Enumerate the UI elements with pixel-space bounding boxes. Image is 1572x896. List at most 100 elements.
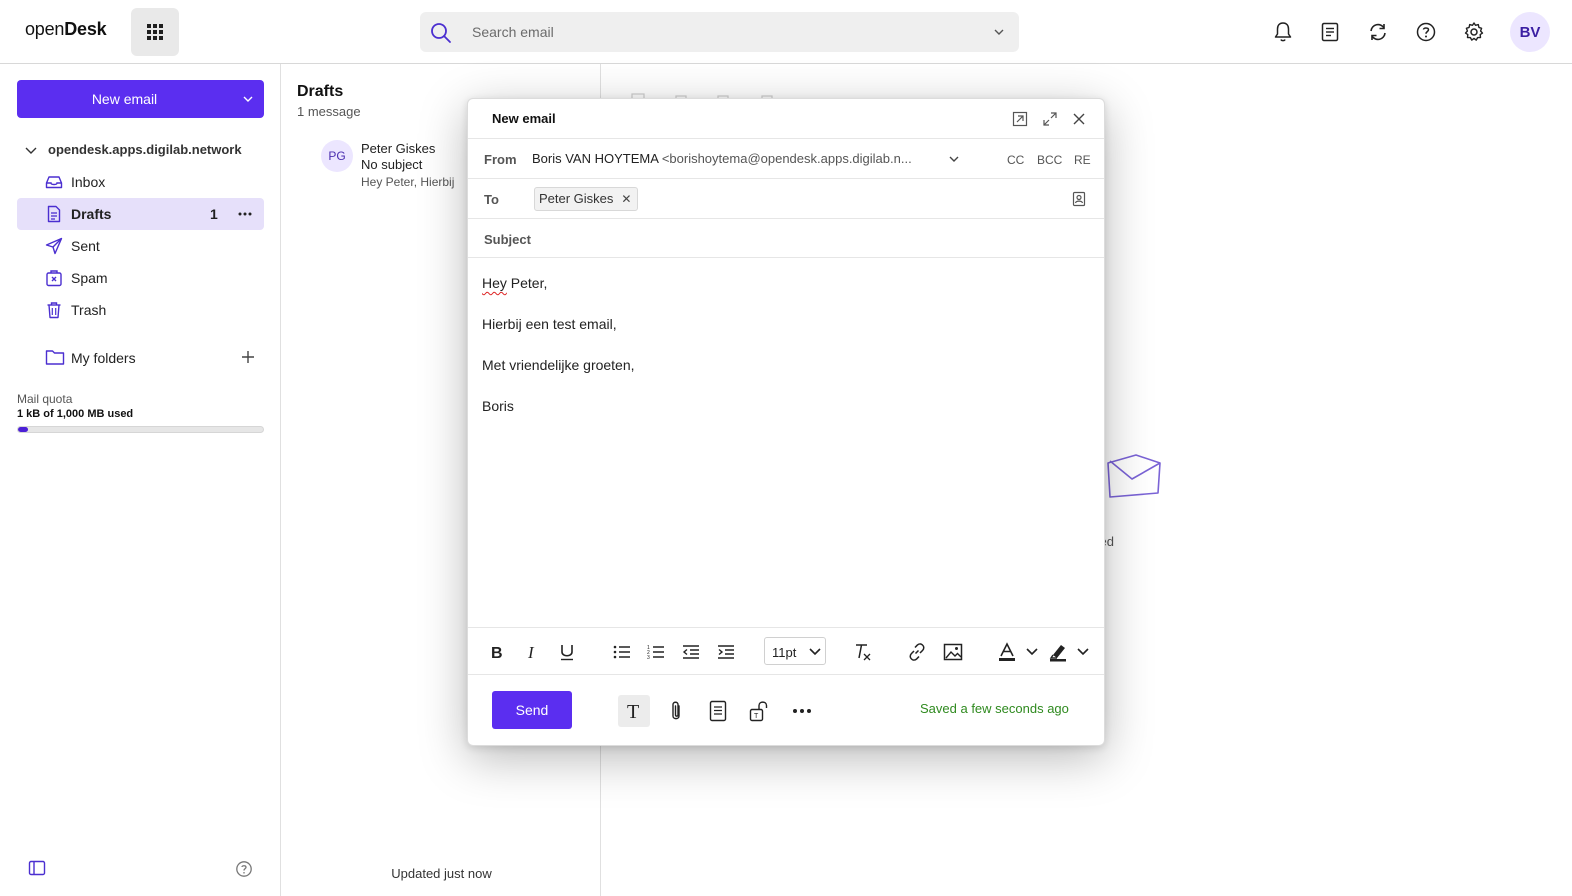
- account-name: opendesk.apps.digilab.network: [48, 142, 242, 157]
- address-book-icon[interactable]: [1072, 191, 1086, 207]
- sidebar-item-spam[interactable]: Spam: [17, 262, 264, 294]
- svg-text:T: T: [754, 713, 759, 720]
- collapse-sidebar-icon[interactable]: [28, 860, 46, 876]
- avatar: PG: [321, 140, 353, 172]
- help-button[interactable]: [1414, 20, 1438, 44]
- mail-quota-label: Mail quota: [17, 392, 73, 406]
- mail-quota-used-text: 1 kB of 1,000 MB used: [17, 408, 134, 420]
- clear-formatting-button[interactable]: [852, 641, 874, 663]
- sync-button[interactable]: [1366, 20, 1390, 44]
- app-launcher-button[interactable]: [131, 8, 179, 56]
- formatting-toolbar: B I 1 2 3 11pt: [468, 627, 1104, 675]
- from-address: <borishoytema@opendesk.apps.digilab.n...: [661, 151, 912, 166]
- document-icon: [709, 700, 727, 722]
- sidebar-item-drafts[interactable]: Drafts 1: [17, 198, 264, 230]
- underline-icon: [561, 645, 573, 661]
- bulleted-list-button[interactable]: [611, 641, 633, 663]
- more-options-icon[interactable]: [237, 206, 253, 222]
- chevron-down-icon[interactable]: [948, 153, 960, 165]
- subject-row: Subject: [468, 218, 1104, 258]
- email-body-editor[interactable]: Hey Peter, Hierbij een test email, Met v…: [482, 273, 1082, 437]
- svg-text:T: T: [627, 701, 639, 721]
- text-color-button[interactable]: [996, 641, 1018, 663]
- chevron-down-icon: [809, 648, 821, 656]
- from-sender-select[interactable]: Boris VAN HOYTEMA <borishoytema@opendesk…: [532, 151, 912, 166]
- close-compose-button[interactable]: [1069, 109, 1089, 129]
- search-icon[interactable]: [430, 22, 452, 44]
- account-folder-toggle[interactable]: opendesk.apps.digilab.network: [24, 142, 242, 157]
- notifications-button[interactable]: [1271, 20, 1295, 44]
- sidebar-item-label: Inbox: [71, 174, 106, 190]
- sidebar-item-trash[interactable]: Trash: [17, 294, 264, 326]
- search-input[interactable]: [470, 20, 950, 44]
- highlighter-icon: [1049, 645, 1066, 662]
- body-line: Hey Peter,: [482, 273, 1082, 293]
- tasks-button[interactable]: [1318, 20, 1342, 44]
- body-line: Boris: [482, 398, 514, 414]
- insert-signature-button[interactable]: [702, 695, 734, 727]
- add-folder-icon[interactable]: [241, 350, 255, 364]
- reply-to-button[interactable]: RE: [1074, 153, 1091, 167]
- body-line: Met vriendelijke groeten,: [482, 357, 635, 373]
- to-label: To: [484, 192, 499, 207]
- send-button[interactable]: Send: [492, 691, 572, 729]
- search-options-chevron-icon[interactable]: [993, 26, 1005, 38]
- recipient-chip[interactable]: Peter Giskes ✕: [534, 187, 639, 211]
- bcc-button[interactable]: BCC: [1037, 153, 1062, 167]
- svg-text:B: B: [491, 645, 503, 660]
- settings-button[interactable]: [1462, 20, 1486, 44]
- chevron-down-icon: [1077, 648, 1089, 656]
- mail-quota-progress-bar: [17, 426, 264, 433]
- folder-title: Drafts: [297, 83, 344, 100]
- toggle-formatting-button[interactable]: T: [618, 695, 650, 727]
- cc-button[interactable]: CC: [1007, 153, 1024, 167]
- my-folders-section[interactable]: My folders: [17, 342, 264, 374]
- opendesk-logo[interactable]: openDesk: [25, 19, 107, 40]
- increase-indent-button[interactable]: [715, 641, 737, 663]
- numbered-list-button[interactable]: 1 2 3: [645, 641, 667, 663]
- font-size-select[interactable]: 11pt: [764, 637, 826, 665]
- new-email-button[interactable]: New email: [17, 80, 264, 118]
- italic-icon: I: [527, 644, 535, 660]
- indent-icon: [718, 645, 734, 659]
- message-preview: Hey Peter, Hierbij: [361, 175, 455, 189]
- italic-button[interactable]: I: [521, 641, 543, 663]
- insert-link-button[interactable]: [906, 641, 928, 663]
- new-email-options-chevron-icon[interactable]: [242, 93, 254, 105]
- text-color-dropdown[interactable]: [1021, 641, 1043, 663]
- more-options-button[interactable]: [786, 695, 818, 727]
- sidebar-item-sent[interactable]: Sent: [17, 230, 264, 262]
- empty-mail-icon: [1107, 454, 1161, 498]
- unlock-icon: T: [749, 701, 768, 722]
- numbered-list-icon: 1 2 3: [647, 645, 664, 660]
- sidebar-item-inbox[interactable]: Inbox: [17, 166, 264, 198]
- decrease-indent-button[interactable]: [680, 641, 702, 663]
- bold-button[interactable]: B: [486, 641, 508, 663]
- user-avatar[interactable]: BV: [1510, 12, 1550, 52]
- outdent-icon: [682, 645, 699, 659]
- chevron-down-icon: [25, 147, 37, 154]
- underline-button[interactable]: [556, 641, 578, 663]
- highlight-color-button[interactable]: [1047, 641, 1069, 663]
- pop-out-button[interactable]: [1010, 109, 1030, 129]
- text-color-icon: [999, 642, 1015, 661]
- help-icon[interactable]: [235, 860, 253, 878]
- sidebar-item-label: Trash: [71, 302, 107, 318]
- chevron-down-icon: [1026, 648, 1038, 656]
- misspelled-word: Hey: [482, 275, 507, 291]
- maximize-button[interactable]: [1040, 109, 1060, 129]
- folder-icon: [45, 350, 65, 365]
- spam-icon: [46, 270, 62, 287]
- highlight-color-dropdown[interactable]: [1072, 641, 1094, 663]
- attach-file-button[interactable]: [660, 695, 692, 727]
- message-subject: No subject: [361, 157, 423, 172]
- insert-image-button[interactable]: [942, 641, 964, 663]
- remove-recipient-icon[interactable]: ✕: [621, 188, 631, 210]
- message-count: 1 message: [297, 104, 361, 119]
- subject-input[interactable]: [552, 227, 1082, 251]
- body-text-fragment: Peter,: [506, 275, 548, 291]
- encryption-button[interactable]: T: [743, 695, 775, 727]
- body-line: Hierbij een test email,: [482, 316, 617, 332]
- paperclip-icon: [672, 701, 680, 720]
- sidebar-item-label: Sent: [71, 238, 100, 254]
